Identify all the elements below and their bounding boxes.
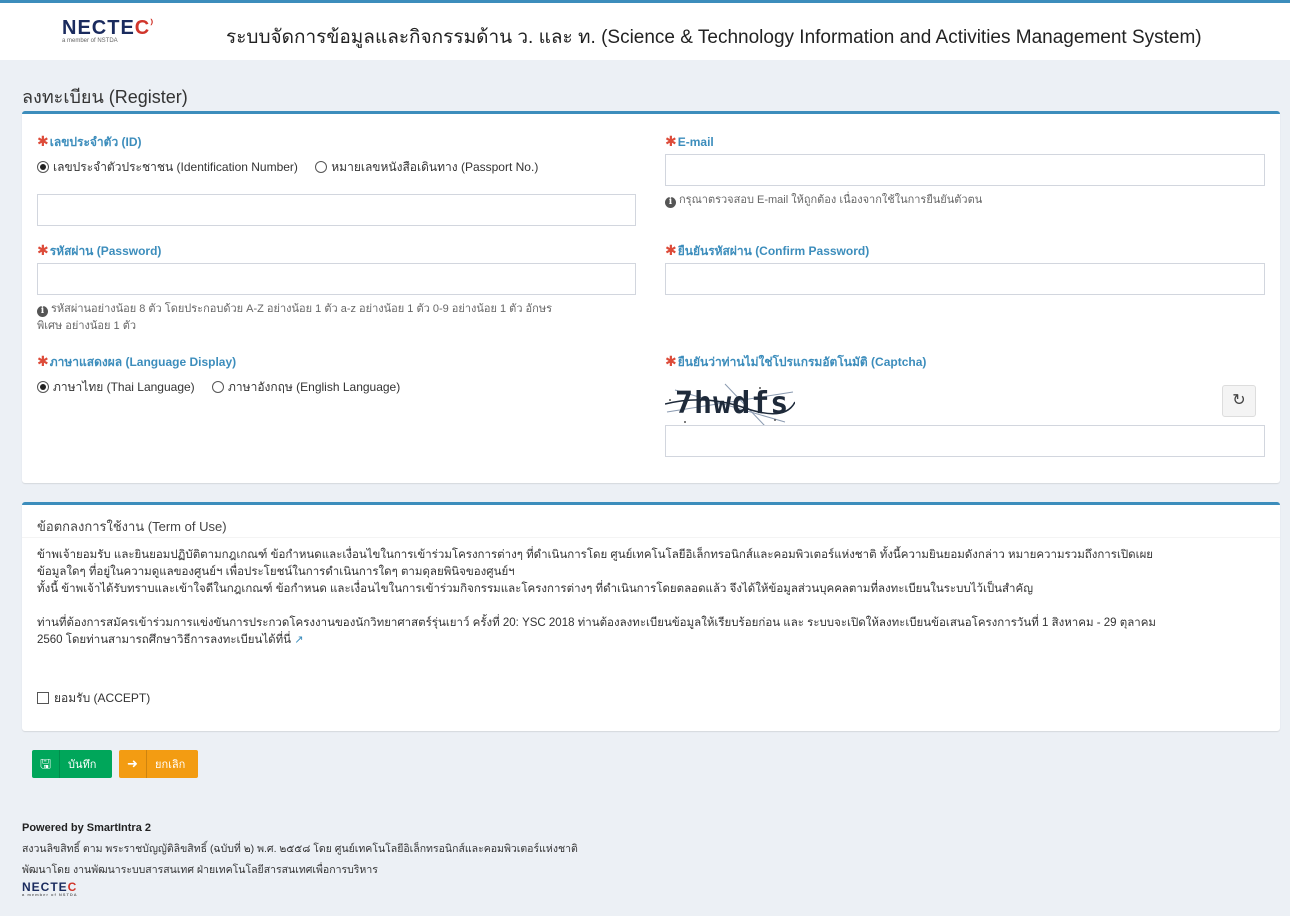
info-icon: i bbox=[665, 197, 676, 208]
save-button[interactable]: 🖫 บันทึก bbox=[32, 750, 112, 778]
accept-checkbox-row[interactable]: ยอมรับ (ACCEPT) bbox=[37, 689, 150, 708]
footer: Powered by SmartIntra 2 สงวนลิขสิทธิ์ ตา… bbox=[22, 818, 578, 881]
id-label: ✱เลขประจำตัว (ID) bbox=[37, 133, 142, 149]
radio-button[interactable] bbox=[37, 161, 49, 173]
developer-text: พัฒนาโดย งานพัฒนาระบบสารสนเทศ ฝ่ายเทคโนโ… bbox=[22, 864, 378, 876]
accept-checkbox[interactable] bbox=[37, 692, 49, 704]
captcha-input[interactable] bbox=[665, 425, 1265, 457]
captcha-label: ✱ยืนยันว่าท่านไม่ใช่โปรแกรมอัตโนมัติ (Ca… bbox=[665, 353, 927, 369]
sign-out-icon: ➜ bbox=[119, 750, 147, 778]
language-label: ✱ภาษาแสดงผล (Language Display) bbox=[37, 353, 237, 369]
radio-thai-language[interactable]: ภาษาไทย (Thai Language) bbox=[37, 380, 195, 394]
password-input[interactable] bbox=[37, 263, 636, 295]
password-help: i รหัสผ่านอย่างน้อย 8 ตัว โดยประกอบด้วย A… bbox=[37, 303, 552, 332]
captcha-text: 7hwdfs bbox=[675, 386, 790, 421]
copyright-text: สงวนลิขสิทธิ์ ตาม พระราชบัญญัติลิขสิทธิ์… bbox=[22, 843, 578, 855]
captcha-refresh-button[interactable]: ↻ bbox=[1222, 385, 1256, 417]
system-title: ระบบจัดการข้อมูลและกิจกรรมด้าน ว. และ ท.… bbox=[226, 27, 1202, 48]
radio-button[interactable] bbox=[315, 161, 328, 173]
language-radios: ภาษาไทย (Thai Language) ภาษาอังกฤษ (Engl… bbox=[37, 378, 414, 397]
email-input[interactable] bbox=[665, 154, 1265, 186]
save-icon: 🖫 bbox=[32, 750, 60, 778]
page-title: ลงทะเบียน (Register) bbox=[22, 87, 188, 107]
external-link-icon[interactable]: ↗ bbox=[294, 634, 303, 646]
confirm-password-label: ✱ยืนยันรหัสผ่าน (Confirm Password) bbox=[665, 242, 870, 258]
email-label: ✱E-mail bbox=[665, 133, 714, 149]
register-form-box: ✱เลขประจำตัว (ID) เลขประจำตัวประชาชน (Id… bbox=[22, 111, 1280, 483]
powered-by: Powered by SmartIntra 2 bbox=[22, 822, 151, 834]
terms-title: ข้อตกลงการใช้งาน (Term of Use) bbox=[37, 519, 227, 534]
radio-passport[interactable]: หมายเลขหนังสือเดินทาง (Passport No.) bbox=[315, 160, 538, 174]
nectec-logo[interactable]: NECTEC⁾ a member of NSTDA bbox=[62, 17, 154, 44]
terms-header: ข้อตกลงการใช้งาน (Term of Use) bbox=[22, 505, 1280, 538]
radio-button[interactable] bbox=[212, 381, 225, 393]
top-header: NECTEC⁾ a member of NSTDA ระบบจัดการข้อม… bbox=[0, 0, 1290, 60]
radio-citizen-id[interactable]: เลขประจำตัวประชาชน (Identification Numbe… bbox=[37, 160, 298, 174]
cancel-button[interactable]: ➜ ยกเลิก bbox=[119, 750, 198, 778]
info-icon: i bbox=[37, 306, 48, 317]
terms-box: ข้อตกลงการใช้งาน (Term of Use) ข้าพเจ้าย… bbox=[22, 502, 1280, 731]
refresh-icon: ↻ bbox=[1232, 392, 1246, 409]
email-help: i กรุณาตรวจสอบ E-mail ให้ถูกต้อง เนื่องจา… bbox=[665, 192, 982, 209]
terms-content: ข้าพเจ้ายอมรับ และยินยอมปฏิบัติตามกฎเกณฑ… bbox=[37, 549, 1156, 646]
radio-english-language[interactable]: ภาษาอังกฤษ (English Language) bbox=[212, 380, 400, 394]
footer-nectec-logo: NECTEC a member of NSTDA bbox=[22, 880, 78, 897]
id-type-radios: เลขประจำตัวประชาชน (Identification Numbe… bbox=[37, 158, 552, 177]
captcha-image: 7hwdfs bbox=[665, 382, 795, 428]
radio-button[interactable] bbox=[37, 381, 49, 393]
password-label: ✱รหัสผ่าน (Password) bbox=[37, 242, 162, 258]
confirm-password-input[interactable] bbox=[665, 263, 1265, 295]
id-input[interactable] bbox=[37, 194, 636, 226]
